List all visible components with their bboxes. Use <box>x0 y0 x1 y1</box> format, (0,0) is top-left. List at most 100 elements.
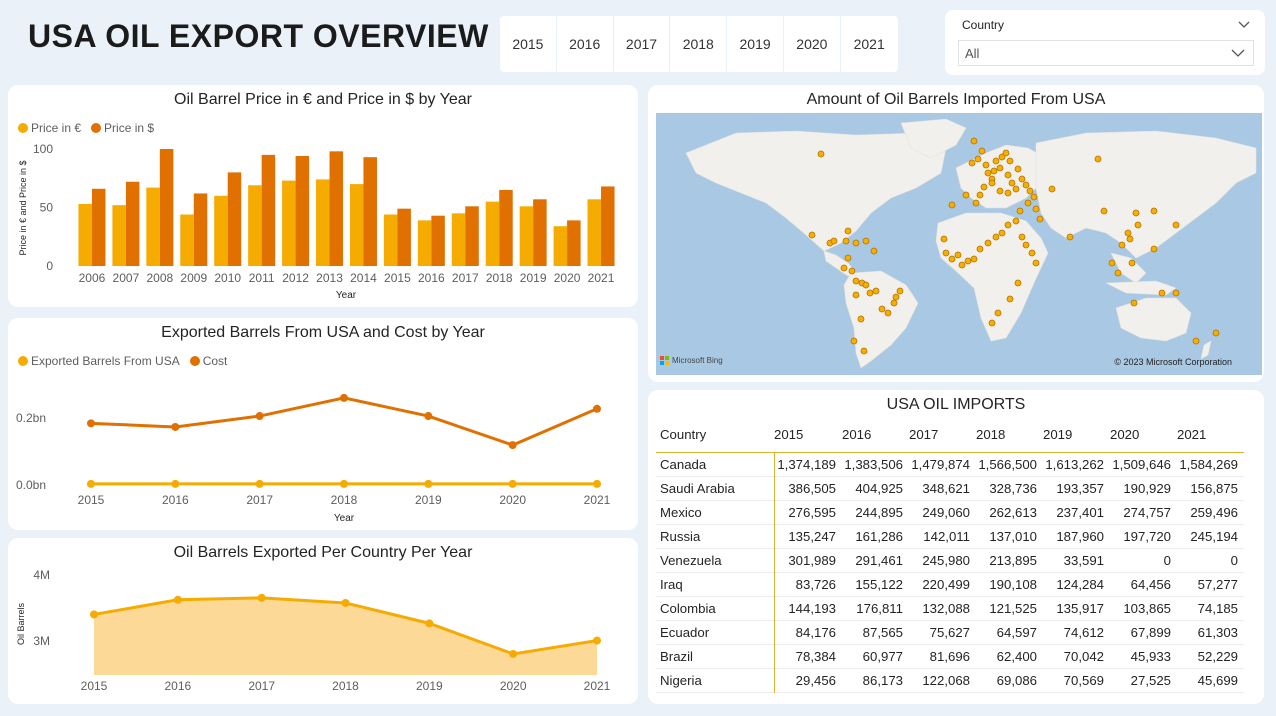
bar-price-eur[interactable] <box>519 206 534 266</box>
map-marker[interactable] <box>1012 217 1020 225</box>
map-marker[interactable] <box>844 227 852 235</box>
bar-price-eur[interactable] <box>383 214 398 266</box>
bar-price-eur[interactable] <box>146 187 160 266</box>
bar-price-usd[interactable] <box>465 206 479 266</box>
map-marker[interactable] <box>984 239 992 247</box>
table-row[interactable]: Iraq 83,726 155,122 220,499 190,108 124,284 64… <box>656 572 1244 596</box>
map-marker[interactable] <box>842 237 850 245</box>
map-marker[interactable] <box>1048 185 1056 193</box>
world-map[interactable]: Microsoft Bing © 2023 Microsoft Corporat… <box>656 113 1262 375</box>
point-cost[interactable] <box>593 404 601 413</box>
table-header-cell[interactable]: 2017 <box>909 418 976 452</box>
map-marker[interactable] <box>844 254 852 262</box>
bar-price-usd[interactable] <box>567 220 581 266</box>
map-marker[interactable] <box>872 287 880 295</box>
table-header-cell[interactable]: 2015 <box>774 418 842 452</box>
map-marker[interactable] <box>862 237 870 245</box>
bar-price-usd[interactable] <box>329 151 344 266</box>
map-marker[interactable] <box>988 179 996 187</box>
map-marker[interactable] <box>976 245 984 253</box>
map-marker[interactable] <box>1004 189 1012 197</box>
table-header-cell[interactable]: 2018 <box>976 418 1043 452</box>
map-marker[interactable] <box>954 251 962 259</box>
map-marker[interactable] <box>1032 205 1040 213</box>
map-marker[interactable] <box>852 291 860 299</box>
map-marker[interactable] <box>1032 259 1040 267</box>
map-marker[interactable] <box>980 183 988 191</box>
map-marker[interactable] <box>988 319 996 327</box>
map-marker[interactable] <box>852 239 860 247</box>
point-barrels[interactable] <box>341 598 350 607</box>
table-header-cell[interactable]: 2021 <box>1177 418 1244 452</box>
bar-price-eur[interactable] <box>214 195 228 266</box>
map-marker[interactable] <box>1066 233 1074 241</box>
point-exported-barrels[interactable] <box>508 479 517 488</box>
map-marker[interactable] <box>978 147 986 155</box>
map-marker[interactable] <box>1108 259 1116 267</box>
map-marker[interactable] <box>1212 329 1220 337</box>
map-marker[interactable] <box>996 164 1004 172</box>
chevron-down-icon[interactable] <box>1237 18 1251 32</box>
map-marker[interactable] <box>1130 299 1138 307</box>
year-slicer-button[interactable]: 2021 <box>841 16 898 72</box>
map-marker[interactable] <box>998 229 1006 237</box>
map-marker[interactable] <box>878 305 886 313</box>
map-marker[interactable] <box>992 233 1000 241</box>
map-marker[interactable] <box>1024 199 1032 207</box>
point-barrels[interactable] <box>173 595 182 604</box>
year-slicer-button[interactable]: 2020 <box>784 16 841 72</box>
map-marker[interactable] <box>1132 209 1140 217</box>
map-marker[interactable] <box>866 289 874 297</box>
bar-price-usd[interactable] <box>499 189 513 266</box>
map-marker[interactable] <box>992 157 1000 165</box>
point-exported-barrels[interactable] <box>255 479 264 488</box>
map-marker[interactable] <box>958 261 966 269</box>
table-header-cell[interactable]: 2016 <box>842 418 909 452</box>
map-marker[interactable] <box>1012 185 1020 193</box>
map-marker[interactable] <box>884 309 892 317</box>
map-marker[interactable] <box>1094 155 1102 163</box>
year-slicer-button[interactable]: 2015 <box>500 16 557 72</box>
bar-price-usd[interactable] <box>227 172 242 266</box>
point-cost[interactable] <box>508 441 517 450</box>
point-cost[interactable] <box>171 422 180 431</box>
map-marker[interactable] <box>1158 289 1166 297</box>
line-cost[interactable] <box>90 396 598 447</box>
map-marker[interactable] <box>1124 229 1132 237</box>
map-marker[interactable] <box>964 257 972 265</box>
map-marker[interactable] <box>1018 233 1026 241</box>
map-marker[interactable] <box>962 191 970 199</box>
point-cost[interactable] <box>340 393 348 402</box>
bar-price-usd[interactable] <box>431 215 445 266</box>
map-marker[interactable] <box>1014 279 1022 287</box>
point-exported-barrels[interactable] <box>87 479 95 488</box>
bar-price-eur[interactable] <box>587 199 602 266</box>
bar-price-eur[interactable] <box>78 203 92 266</box>
bar-price-usd[interactable] <box>363 157 377 266</box>
point-exported-barrels[interactable] <box>424 479 433 488</box>
point-barrels[interactable] <box>257 593 266 602</box>
map-marker[interactable] <box>808 231 816 239</box>
bar-price-usd[interactable] <box>193 193 208 266</box>
map-marker[interactable] <box>948 201 956 209</box>
bar-price-usd[interactable] <box>91 188 106 266</box>
map-marker[interactable] <box>1018 175 1026 183</box>
map-marker[interactable] <box>1128 259 1136 267</box>
table-header-cell[interactable]: 2019 <box>1043 418 1110 452</box>
year-slicer-button[interactable]: 2019 <box>727 16 784 72</box>
year-slicer-button[interactable]: 2018 <box>670 16 728 72</box>
bar-price-usd[interactable] <box>159 149 174 266</box>
map-marker[interactable] <box>840 264 848 272</box>
map-marker[interactable] <box>1028 249 1036 257</box>
map-marker[interactable] <box>972 199 980 207</box>
map-marker[interactable] <box>1100 207 1108 215</box>
map-marker[interactable] <box>1036 215 1044 223</box>
map-marker[interactable] <box>948 255 956 263</box>
country-dropdown[interactable]: All <box>958 40 1254 66</box>
map-marker[interactable] <box>1026 187 1034 195</box>
point-barrels[interactable] <box>593 636 601 645</box>
map-marker[interactable] <box>1006 157 1014 165</box>
year-slicer-button[interactable]: 2017 <box>614 16 671 72</box>
bar-price-eur[interactable] <box>248 185 262 266</box>
map-marker[interactable] <box>862 281 870 289</box>
